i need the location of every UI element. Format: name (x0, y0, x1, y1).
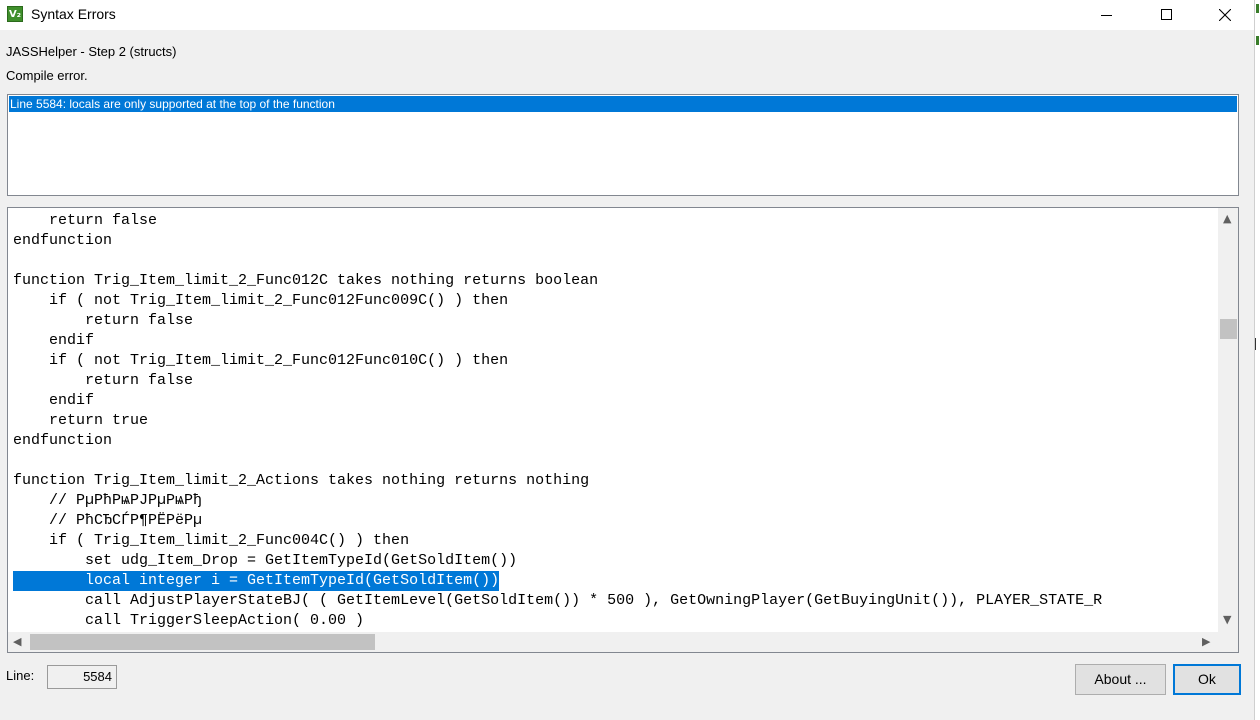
code-line[interactable]: return false (13, 311, 193, 331)
code-line[interactable]: endfunction (13, 431, 112, 451)
scroll-right-icon[interactable]: ▶ (1202, 635, 1210, 648)
vertical-scroll-thumb[interactable] (1220, 319, 1237, 339)
window-edge-divider (1254, 0, 1255, 720)
code-text-area[interactable]: return false endfunction function Trig_Ite… (8, 208, 1218, 632)
line-number-field[interactable]: 5584 (47, 665, 117, 689)
close-button[interactable] (1202, 0, 1248, 30)
background-marker (1256, 4, 1259, 13)
horizontal-scroll-thumb[interactable] (30, 634, 375, 650)
minimize-icon (1101, 15, 1112, 16)
code-line-selected[interactable]: local integer i = GetItemTypeId(GetSoldI… (13, 571, 500, 591)
code-line[interactable]: return false (13, 371, 193, 391)
background-marker (1255, 338, 1260, 350)
code-line[interactable]: if ( not Trig_Item_limit_2_Func012Func01… (13, 351, 508, 371)
about-button[interactable]: About ... (1075, 664, 1166, 695)
app-icon: V₂ (7, 6, 23, 22)
code-line[interactable]: // РћСЂСЃР¶РЁРёРµ (13, 511, 202, 531)
vertical-scrollbar[interactable]: ▲ ▼ (1218, 208, 1238, 632)
scroll-up-icon[interactable]: ▲ (1223, 212, 1231, 225)
error-list-item[interactable]: Line 5584: locals are only supported at … (9, 96, 1237, 112)
code-line[interactable]: call TriggerSleepAction( 0.00 ) (13, 611, 364, 631)
ok-button[interactable]: Ok (1173, 664, 1241, 695)
window-title: Syntax Errors (31, 6, 116, 22)
scroll-left-icon[interactable]: ◀ (13, 635, 21, 648)
syntax-errors-window: V₂ Syntax Errors JASSHelper - Step 2 (st… (0, 0, 1254, 720)
code-line[interactable]: // РµРћРѩРЈРµРѩРђ (13, 491, 202, 511)
code-line[interactable]: if ( Trig_Item_limit_2_Func004C() ) then (13, 531, 409, 551)
title-bar[interactable]: V₂ Syntax Errors (0, 0, 1254, 30)
error-list[interactable]: Line 5584: locals are only supported at … (7, 94, 1239, 196)
compile-status-label: Compile error. (6, 68, 88, 83)
code-line[interactable]: endif (13, 391, 94, 411)
maximize-button[interactable] (1144, 0, 1190, 30)
minimize-button[interactable] (1084, 0, 1130, 30)
code-line[interactable]: set udg_Item_Drop = GetItemTypeId(GetSol… (13, 551, 517, 571)
close-icon (1219, 9, 1231, 21)
line-label: Line: (6, 668, 35, 683)
horizontal-scrollbar[interactable]: ◀ ▶ (8, 632, 1238, 652)
code-line[interactable]: return true (13, 411, 148, 431)
code-line[interactable]: function Trig_Item_limit_2_Actions takes… (13, 471, 589, 491)
scroll-down-icon[interactable]: ▼ (1223, 613, 1231, 626)
code-line[interactable]: function Trig_Item_limit_2_Func012C take… (13, 271, 598, 291)
code-line[interactable]: call AdjustPlayerStateBJ( ( GetItemLevel… (13, 591, 1102, 611)
maximize-icon (1161, 9, 1172, 20)
code-line[interactable]: endfunction (13, 231, 112, 251)
code-line[interactable]: if ( not Trig_Item_limit_2_Func012Func00… (13, 291, 508, 311)
code-line[interactable]: return false (13, 211, 157, 231)
code-line[interactable]: endif (13, 331, 94, 351)
background-marker (1256, 36, 1259, 45)
code-view[interactable]: return false endfunction function Trig_Ite… (7, 207, 1239, 653)
step-label: JASSHelper - Step 2 (structs) (6, 44, 177, 59)
background-window-edge (1254, 0, 1260, 720)
